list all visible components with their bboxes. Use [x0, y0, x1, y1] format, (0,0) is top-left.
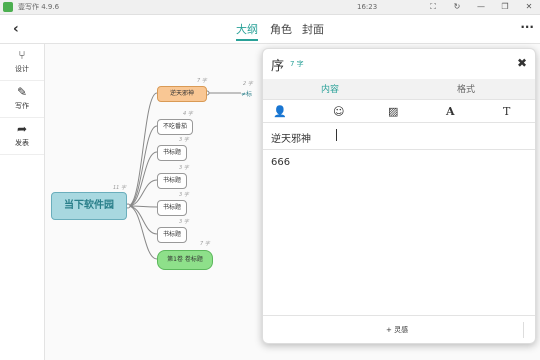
minimize-button[interactable]: — — [472, 1, 490, 13]
maximize-button[interactable]: ❐ — [496, 1, 514, 13]
tab-outline[interactable]: 大纲 — [236, 21, 258, 41]
mindmap-node[interactable]: 书标题 — [157, 145, 187, 161]
tab-characters[interactable]: 角色 — [270, 21, 292, 37]
mindmap-node[interactable]: 书标题 — [157, 173, 187, 189]
app-icon — [3, 2, 13, 12]
word-count: 3 字 — [179, 219, 189, 225]
sidebar-item-label: 设计 — [15, 65, 29, 73]
mindmap-root-node[interactable]: 当下软件园 — [51, 192, 127, 220]
sidebar-item-label: 写作 — [15, 102, 29, 110]
sidebar-item-write[interactable]: ✎ 写作 — [0, 81, 44, 118]
mindmap-node[interactable]: 书标题 — [157, 200, 187, 216]
sidebar-item-label: 发表 — [15, 139, 29, 147]
mindmap-node[interactable]: 书标题 — [157, 227, 187, 243]
top-bar: ‹ 大纲 角色 封面 ··· — [0, 15, 540, 44]
app-title: 壹写作 4.9.6 — [18, 3, 60, 11]
branch-icon: ⑂ — [18, 48, 26, 62]
mindmap-node[interactable]: 逆天邪神 — [157, 86, 207, 102]
sidebar-item-publish[interactable]: ➦ 发表 — [0, 118, 44, 155]
word-count: 2 字 — [243, 81, 253, 87]
pencil-icon: ✎ — [16, 85, 28, 99]
panel-tabs: 内容 格式 — [263, 79, 535, 100]
close-window-button[interactable]: ✕ — [520, 1, 538, 13]
mindmap-node[interactable]: ≠标 — [241, 89, 252, 98]
content-editor[interactable]: 666 — [271, 157, 290, 168]
sidebar: ⑂ 设计 ✎ 写作 ➦ 发表 — [0, 44, 45, 360]
name-field-value: 逆天邪神 — [271, 134, 311, 145]
image-icon[interactable]: ▨ — [388, 105, 398, 118]
word-count: 7 字 — [200, 241, 210, 247]
back-button[interactable]: ‹ — [13, 21, 19, 37]
panel-toolbar: 👤 ☺ ▨ A T — [263, 100, 535, 123]
tab-content[interactable]: 内容 — [321, 82, 339, 95]
add-inspiration-button[interactable]: + 灵感 — [386, 325, 408, 335]
smile-icon[interactable]: ☺ — [333, 105, 344, 118]
mindmap-node[interactable]: 第1卷 卷标题 — [157, 250, 213, 270]
tab-cover[interactable]: 封面 — [302, 21, 324, 37]
clock: 16:23 — [357, 3, 378, 11]
word-count: 4 字 — [183, 111, 193, 117]
mindmap-node[interactable]: 不吃番茄 — [157, 119, 193, 135]
share-icon: ➦ — [16, 122, 28, 136]
word-count: 7 字 — [197, 78, 207, 84]
node-edit-panel: 序 7 字 ✖ 内容 格式 👤 ☺ ▨ A T 逆天邪神 666 + 灵感 — [262, 48, 536, 344]
word-count: 3 字 — [179, 192, 189, 198]
refresh-button[interactable]: ↻ — [448, 1, 466, 13]
word-count: 11 字 — [113, 185, 126, 191]
sidebar-item-design[interactable]: ⑂ 设计 — [0, 44, 44, 81]
panel-word-count: 7 字 — [290, 60, 304, 68]
text-caret — [336, 129, 337, 141]
font-icon[interactable]: A — [446, 105, 455, 118]
word-count: 3 字 — [179, 165, 189, 171]
word-count: 3 字 — [179, 137, 189, 143]
more-menu-button[interactable]: ··· — [520, 20, 534, 34]
close-icon[interactable]: ✖ — [517, 56, 527, 70]
name-field[interactable]: 逆天邪神 — [263, 123, 535, 150]
text-icon[interactable]: T — [503, 105, 510, 118]
title-bar: 壹写作 4.9.6 16:23 ⛶ ↻ — ❐ ✕ — [0, 0, 540, 15]
divider — [523, 322, 524, 338]
fullscreen-button[interactable]: ⛶ — [424, 1, 442, 13]
panel-title: 序 — [271, 59, 285, 74]
user-icon[interactable]: 👤 — [273, 105, 287, 118]
panel-footer: + 灵感 — [263, 315, 535, 344]
tab-format[interactable]: 格式 — [457, 82, 475, 95]
